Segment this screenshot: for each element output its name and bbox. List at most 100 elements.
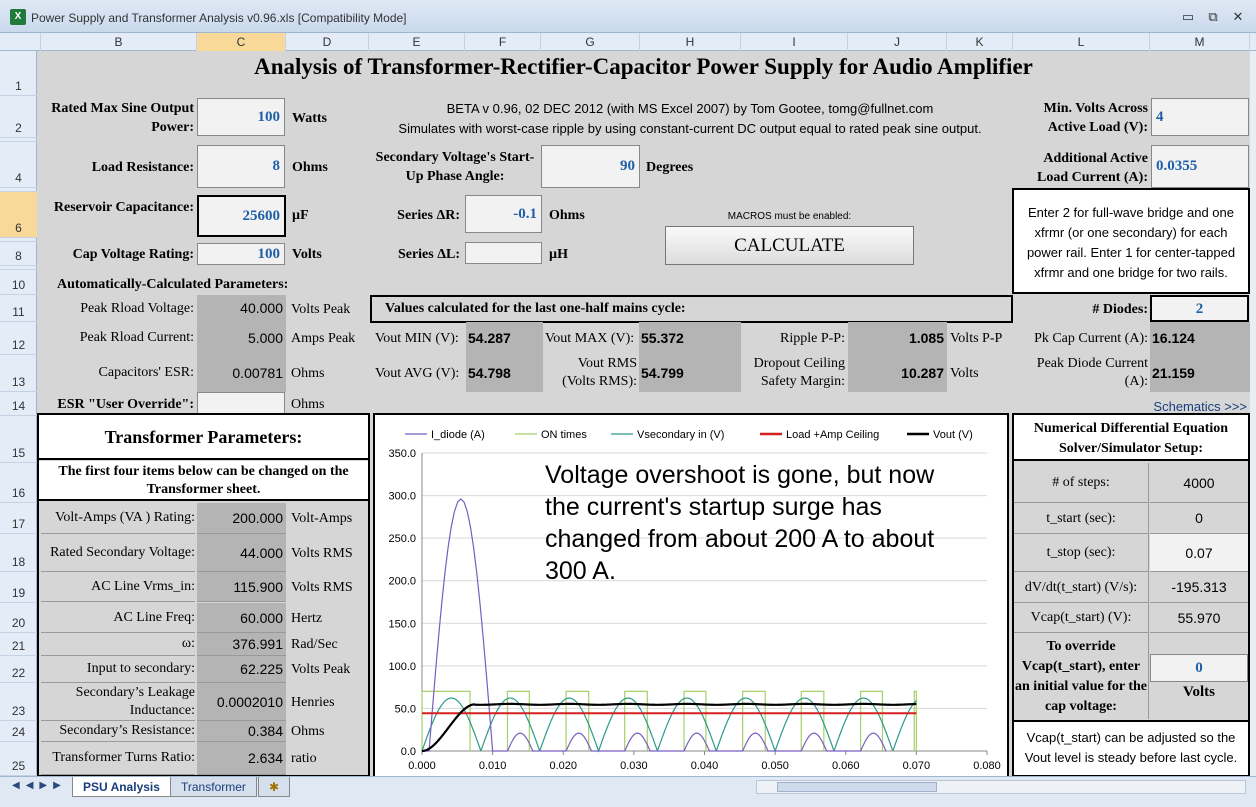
- ripple-value: 1.085: [848, 322, 947, 355]
- window-title: Power Supply and Transformer Analysis v0…: [31, 11, 407, 25]
- series-l-input[interactable]: [465, 242, 542, 264]
- phase-angle-label: Secondary Voltage's Start-Up Phase Angle…: [375, 150, 535, 184]
- calculate-button[interactable]: CALCULATE: [665, 226, 914, 265]
- min-volts-input[interactable]: 4: [1151, 98, 1249, 136]
- column-header-d[interactable]: D: [286, 33, 369, 51]
- column-header-e[interactable]: E: [369, 33, 465, 51]
- row-header-10[interactable]: 10: [0, 270, 37, 295]
- override-input[interactable]: 0: [1150, 654, 1248, 682]
- row-header-11[interactable]: 11: [0, 295, 37, 322]
- solver-steps-value[interactable]: 4000: [1150, 463, 1248, 503]
- solver-tstart-value[interactable]: 0: [1150, 503, 1248, 534]
- sheet-tab-bar: ◀◀▶▶ PSU Analysis Transformer ✱: [0, 776, 1256, 807]
- column-header-g[interactable]: G: [541, 33, 640, 51]
- transformer-item-value: 0.384: [197, 721, 286, 742]
- y-tick-label: 200.0: [388, 576, 416, 588]
- row-header-6[interactable]: 6: [0, 192, 37, 238]
- column-header-f[interactable]: F: [465, 33, 541, 51]
- solver-heading: Numerical Differential Equation Solver/S…: [1014, 415, 1248, 461]
- transformer-item-label: Rated Secondary Voltage:: [41, 534, 195, 572]
- beta-line: BETA v 0.96, 02 DEC 2012 (with MS Excel …: [446, 101, 934, 116]
- esr-label: Capacitors' ESR:: [98, 365, 194, 380]
- column-header-m[interactable]: M: [1150, 33, 1250, 51]
- x-tick-label: 0.000: [408, 760, 436, 772]
- restore-icon[interactable]: ⧉: [1203, 9, 1223, 25]
- tab-transformer[interactable]: Transformer: [170, 777, 257, 797]
- ripple-unit: Volts P-P: [950, 331, 1003, 346]
- excel-icon: X: [10, 9, 26, 25]
- row-header-21[interactable]: 21: [0, 633, 37, 656]
- worksheet-grid[interactable]: Analysis of Transformer-Rectifier-Capaci…: [37, 51, 1250, 778]
- esr-unit: Ohms: [291, 366, 325, 381]
- load-resistance-input[interactable]: 8: [197, 145, 285, 188]
- row-header-4[interactable]: 4: [0, 142, 37, 188]
- minimize-icon[interactable]: ▭: [1178, 9, 1198, 25]
- rated-power-input[interactable]: 100: [197, 98, 285, 136]
- series-r-input[interactable]: -0.1: [465, 195, 542, 233]
- cap-voltage-unit: Volts: [292, 247, 322, 262]
- column-header-k[interactable]: K: [947, 33, 1013, 51]
- column-header-c[interactable]: C: [197, 33, 286, 51]
- column-header-l[interactable]: L: [1013, 33, 1150, 51]
- x-tick-label: 0.010: [479, 760, 507, 772]
- additional-current-input[interactable]: 0.0355: [1151, 145, 1249, 188]
- row-header-13[interactable]: 13: [0, 355, 37, 392]
- x-tick-label: 0.060: [832, 760, 860, 772]
- row-header-12[interactable]: 12: [0, 322, 37, 355]
- insert-sheet-icon[interactable]: ✱: [258, 777, 291, 797]
- transformer-item-value: 115.900: [197, 572, 286, 602]
- row-header-23[interactable]: 23: [0, 683, 37, 721]
- pk-diode-value: 21.159: [1150, 355, 1250, 392]
- rated-power-unit: Watts: [292, 111, 327, 126]
- column-header-h[interactable]: H: [640, 33, 741, 51]
- y-tick-label: 350.0: [388, 448, 416, 460]
- transformer-item-label: AC Line Vrms_in:: [41, 572, 195, 602]
- vout-max-label: Vout MAX (V):: [545, 331, 635, 346]
- transformer-item-label: Input to secondary:: [41, 656, 195, 683]
- row-header-17[interactable]: 17: [0, 503, 37, 534]
- column-header-i[interactable]: I: [741, 33, 848, 51]
- horizontal-scroll-thumb[interactable]: [777, 782, 937, 792]
- row-header-16[interactable]: 16: [0, 463, 37, 503]
- reservoir-label: Reservoir Capacitance:: [53, 200, 194, 215]
- legend-label: Vout (V): [933, 429, 973, 441]
- row-header-2[interactable]: 2: [0, 96, 37, 138]
- row-header-1[interactable]: 1: [0, 51, 37, 96]
- reservoir-input[interactable]: 25600: [197, 195, 286, 237]
- close-icon[interactable]: ✕: [1228, 9, 1248, 25]
- transformer-item-unit: Volt-Amps: [291, 511, 353, 526]
- column-header-j[interactable]: J: [848, 33, 947, 51]
- transformer-note: The first four items below can be change…: [39, 461, 368, 501]
- vertical-scrollbar[interactable]: [1250, 51, 1256, 776]
- phase-angle-input[interactable]: 90: [541, 145, 640, 188]
- row-header-25[interactable]: 25: [0, 742, 37, 776]
- row-header-14[interactable]: 14: [0, 392, 37, 416]
- row-header-22[interactable]: 22: [0, 656, 37, 683]
- solver-tstop-label: t_stop (sec):: [1014, 534, 1149, 572]
- override-label: To override Vcap(t_start), enter an init…: [1014, 633, 1149, 719]
- diodes-input[interactable]: 2: [1150, 295, 1249, 322]
- simulation-chart: 0.0 50.0 100.0 150.0 200.0 250.0 300.0 350.0 0.0…: [373, 413, 1009, 778]
- transformer-item-unit: Volts RMS: [291, 579, 353, 595]
- cap-voltage-input[interactable]: 100: [197, 243, 285, 265]
- transformer-item-unit: Volts Peak: [291, 662, 351, 677]
- min-volts-label: Min. Volts Across Active Load (V):: [1043, 101, 1148, 135]
- row-header-18[interactable]: 18: [0, 534, 37, 572]
- row-header-20[interactable]: 20: [0, 603, 37, 633]
- ripple-label: Ripple P-P:: [780, 331, 845, 346]
- horizontal-scrollbar[interactable]: [756, 780, 1246, 794]
- row-header-24[interactable]: 24: [0, 721, 37, 742]
- x-tick-label: 0.030: [620, 760, 648, 772]
- x-tick-label: 0.040: [691, 760, 719, 772]
- tab-scroll-arrows-icon[interactable]: ◀◀▶▶: [12, 780, 67, 791]
- row-header-15[interactable]: 15: [0, 416, 37, 463]
- row-header-19[interactable]: 19: [0, 572, 37, 603]
- dropout-unit: Volts: [950, 366, 979, 381]
- tab-psu-analysis[interactable]: PSU Analysis: [72, 777, 171, 797]
- column-header-bar: BCDEFGHIJKLM: [0, 33, 1256, 51]
- transformer-item-unit: Rad/Sec: [291, 637, 338, 652]
- column-header-b[interactable]: B: [41, 33, 197, 51]
- solver-tstop-value[interactable]: 0.07: [1150, 534, 1248, 572]
- legend-label: I_diode (A): [431, 429, 485, 441]
- row-header-8[interactable]: 8: [0, 242, 37, 266]
